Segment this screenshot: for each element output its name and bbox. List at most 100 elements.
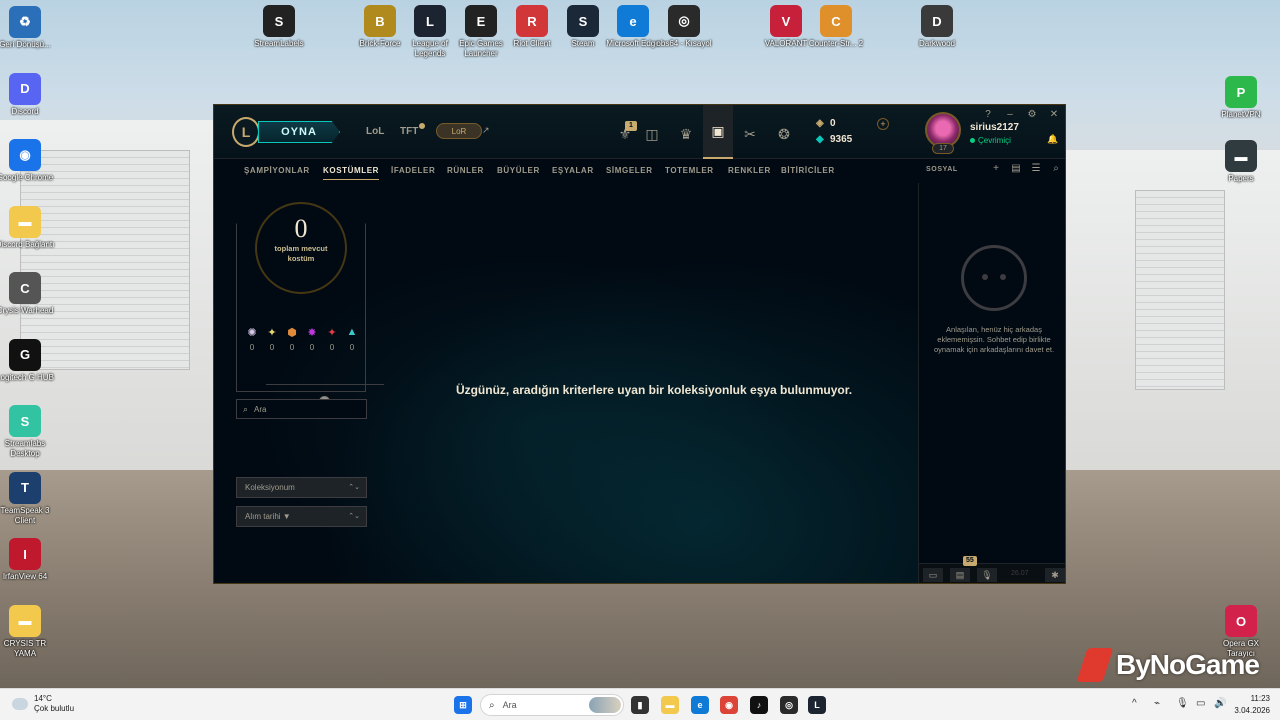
desktop-icon-papers[interactable]: ▬ Papers [1209,140,1273,184]
sort-select[interactable]: Alım tarihi ▼ ⌃⌄ [236,506,367,527]
taskbar: 14°C Çok bulutlu ⌕ Ara ⊞ ▮ ▬ e ◉ ♪ ◎ L ^ ⌁ 🎙 ▭ 🔊 11… [0,688,1280,720]
no-friends-message: Anlaşılan, henüz hiç arkadaş eklememişsi… [933,325,1055,354]
desktop-icon-logitech-g-hub[interactable]: G Logitech G HUB [0,338,57,383]
windows-start-icon[interactable]: ⊞ [454,696,472,714]
network-icon[interactable]: ⌁ [1154,698,1160,709]
search-highlight-image [589,697,621,713]
tab-büyüler[interactable]: BÜYÜLER [497,166,540,175]
gem-count: 0 [289,343,295,352]
riot-points-value: 9365 [830,133,853,145]
ownership-filter-select[interactable]: Koleksiyonum ⌃⌄ [236,477,367,498]
notifications-icon[interactable]: ▤ [950,568,970,582]
task-view-icon[interactable]: ▮ [631,696,649,714]
gem-count: 0 [249,343,255,352]
desktop-icon-crysis-warhead[interactable]: C Crysis Warhead [0,272,57,316]
app-icon: S [263,5,295,37]
volume-icon[interactable]: 🔊 [1214,698,1226,709]
building-right [1065,150,1280,510]
desktop-icon-counter-str-2[interactable]: C Counter-Str... 2 [804,5,868,49]
tab-eşyalar[interactable]: EŞYALAR [552,166,594,175]
list-view-icon[interactable]: ☰ [1029,163,1043,174]
tab-i-fadeler[interactable]: İFADELER [391,166,435,175]
watermark: ByNoGame [1076,646,1272,684]
desktop-icon-discord-bağlantı[interactable]: ▬ Discord Bağlantı [0,205,57,250]
tab-renkler[interactable]: RENKLER [728,166,771,175]
app-icon: E [465,5,497,37]
tab-rünler[interactable]: RÜNLER [447,166,484,175]
tab-bi-ti-ri-ci-ler[interactable]: BİTİRİCİLER [781,166,835,175]
edge-icon[interactable]: e [691,696,709,714]
gem-icon: ✸ [307,327,317,339]
watermark-logo [1076,648,1114,682]
collection-icon[interactable]: ▣ [703,105,733,159]
help-button[interactable]: ? [982,109,994,120]
obs-icon[interactable]: ◎ [780,696,798,714]
loot-icon[interactable]: ✂ [735,119,765,149]
add-folder-icon[interactable]: ▤ [1009,163,1023,174]
tab-şampi-yonlar[interactable]: ŞAMPİYONLAR [244,166,310,175]
desktop-icon-label: Discord [11,106,39,116]
search-box[interactable]: ⌕ [236,399,367,419]
microphone-icon[interactable]: 🎙 [1176,698,1189,709]
league-icon[interactable]: L [808,696,826,714]
desktop-icon-irfanview-64[interactable]: I IrfanView 64 [0,538,57,582]
desktop-icon-darkwood[interactable]: D Darkwood [905,5,969,49]
desktop-icon-label: Darkwood [918,39,955,48]
desktop-icon-teamspeak-3-client[interactable]: T TeamSpeak 3 Client [0,471,57,526]
desktop-icon-label: Google Chrome [0,173,54,182]
search-icon[interactable]: ⌕ [1049,163,1063,174]
store-icon[interactable]: ❂ [769,119,799,149]
league-logo-icon[interactable]: L [232,117,260,147]
summoner-name[interactable]: sirius2127 [970,122,1019,133]
blue-essence-value: 0 [830,117,836,129]
tab-totemler[interactable]: TOTEMLER [665,166,714,175]
gem-icon: ✦ [267,327,277,339]
mode-lor[interactable]: LoR [436,123,482,139]
cloud-icon [12,698,28,710]
desktop-icon-planetvpn[interactable]: P PlanetVPN [1209,76,1273,120]
missions-badge: 1 [625,121,637,131]
show-hidden-icons[interactable]: ^ [1132,698,1137,709]
lor-label: LoR [451,126,467,136]
desktop-icon-obs64-kısayol[interactable]: ◎ obs64 - Kısayol [652,5,716,49]
settings-gear-icon[interactable]: ⚙ [1026,109,1038,120]
rarity-gem: ✸ 0 [305,326,319,352]
search-input[interactable] [254,404,355,414]
gem-count: 0 [349,343,355,352]
bug-report-icon[interactable]: ✱ [1045,568,1065,582]
tiktok-icon[interactable]: ♪ [750,696,768,714]
weather-temp: 14°C [34,694,52,703]
chrome-icon[interactable]: ◉ [720,696,738,714]
tab-kostümler[interactable]: KOSTÜMLER [323,166,380,180]
desktop-icon-streamlabs-desktop[interactable]: S Streamlabs Desktop [0,405,57,459]
chat-icon[interactable]: ▭ [923,568,943,582]
desktop-icon-geri-dönüşü[interactable]: ♻ Geri Dönüşü... [0,6,57,50]
close-button[interactable]: ✕ [1048,109,1060,120]
minimize-button[interactable]: – [1004,109,1016,120]
mode-lol[interactable]: LoL [366,126,384,137]
notifications-bell-icon[interactable]: 🔔 [1047,134,1058,145]
add-friend-icon[interactable]: + [989,163,1003,174]
clock[interactable]: 11:23 3.04.2026 [1230,693,1270,717]
file-explorer-icon[interactable]: ▬ [661,696,679,714]
gem-count: 0 [309,343,315,352]
weather-widget[interactable]: 14°C Çok bulutlu [12,694,74,714]
rarity-gem: ✦ 0 [325,326,339,352]
external-link-icon[interactable]: ↗ [482,125,490,136]
mode-tft[interactable]: TFT [400,126,418,137]
tab-si-mgeler[interactable]: SİMGELER [606,166,653,175]
profile-icon[interactable]: ◫ [637,119,667,149]
display-icon[interactable]: ▭ [1196,698,1205,709]
ranked-icon[interactable]: ♛ [671,119,701,149]
taskbar-search-label: Ara [502,700,517,710]
desktop-icon-streamlabels[interactable]: S StreamLabels [247,5,311,49]
buy-rp-button[interactable]: + [877,118,889,130]
desktop-icon-crysis-tr-yama[interactable]: ▬ CRYSIS TR YAMA [0,604,57,659]
app-icon: P [1225,76,1257,108]
taskbar-search[interactable]: ⌕ Ara [480,694,624,716]
desktop-icon-discord[interactable]: D Discord [0,72,57,117]
status-indicator[interactable]: Çevrimiçi [970,136,1011,145]
play-button[interactable]: OYNA [258,121,340,143]
voice-icon[interactable]: 🎙 [977,568,997,582]
desktop-icon-google-chrome[interactable]: ◉ Google Chrome [0,139,57,183]
